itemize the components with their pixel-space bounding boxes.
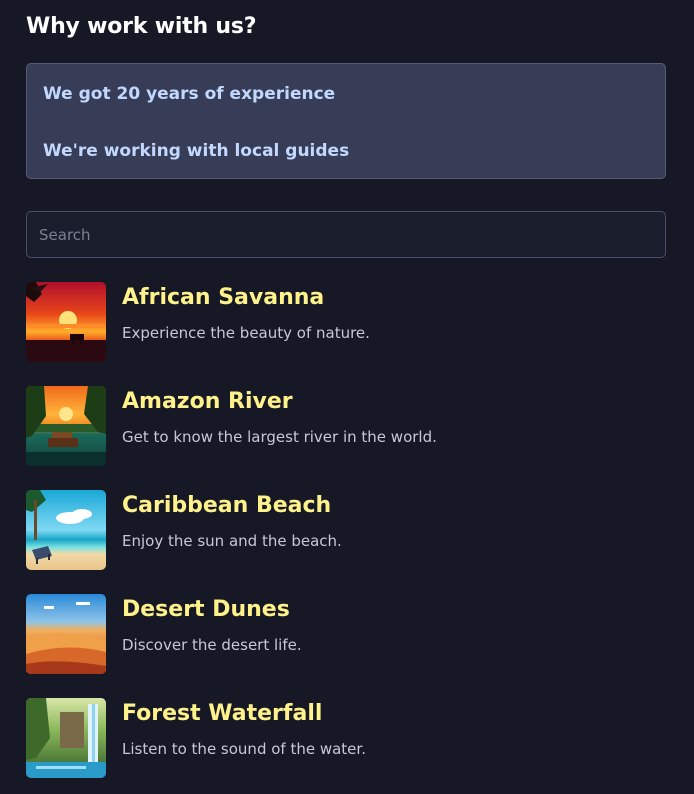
destination-item-forest-waterfall[interactable]: Forest Waterfall Listen to the sound of …	[26, 698, 666, 778]
search-input[interactable]	[26, 211, 666, 258]
reason-local-guides: We're working with local guides	[43, 141, 350, 161]
desert-dunes-image	[26, 594, 106, 674]
destination-title: Desert Dunes	[122, 597, 290, 622]
destination-item-desert-dunes[interactable]: Desert Dunes Discover the desert life.	[26, 594, 666, 674]
reason-experience: We got 20 years of experience	[43, 84, 336, 104]
destination-description: Get to know the largest river in the wor…	[122, 428, 437, 446]
reasons-card: We got 20 years of experience We're work…	[26, 63, 666, 179]
destination-description: Listen to the sound of the water.	[122, 740, 366, 758]
page: Why work with us? We got 20 years of exp…	[0, 0, 694, 794]
savanna-sunset-image	[26, 282, 106, 362]
river-boat-image	[26, 386, 106, 466]
destination-item-african-savanna[interactable]: African Savanna Experience the beauty of…	[26, 282, 666, 362]
page-title: Why work with us?	[26, 14, 257, 39]
destination-description: Discover the desert life.	[122, 636, 302, 654]
beach-chair-image	[26, 490, 106, 570]
destination-title: African Savanna	[122, 285, 325, 310]
destination-title: Caribbean Beach	[122, 493, 332, 518]
destination-description: Enjoy the sun and the beach.	[122, 532, 342, 550]
destination-description: Experience the beauty of nature.	[122, 324, 370, 342]
destination-title: Forest Waterfall	[122, 701, 323, 726]
waterfall-image	[26, 698, 106, 778]
destination-item-caribbean-beach[interactable]: Caribbean Beach Enjoy the sun and the be…	[26, 490, 666, 570]
destination-title: Amazon River	[122, 389, 293, 414]
destination-item-amazon-river[interactable]: Amazon River Get to know the largest riv…	[26, 386, 666, 466]
